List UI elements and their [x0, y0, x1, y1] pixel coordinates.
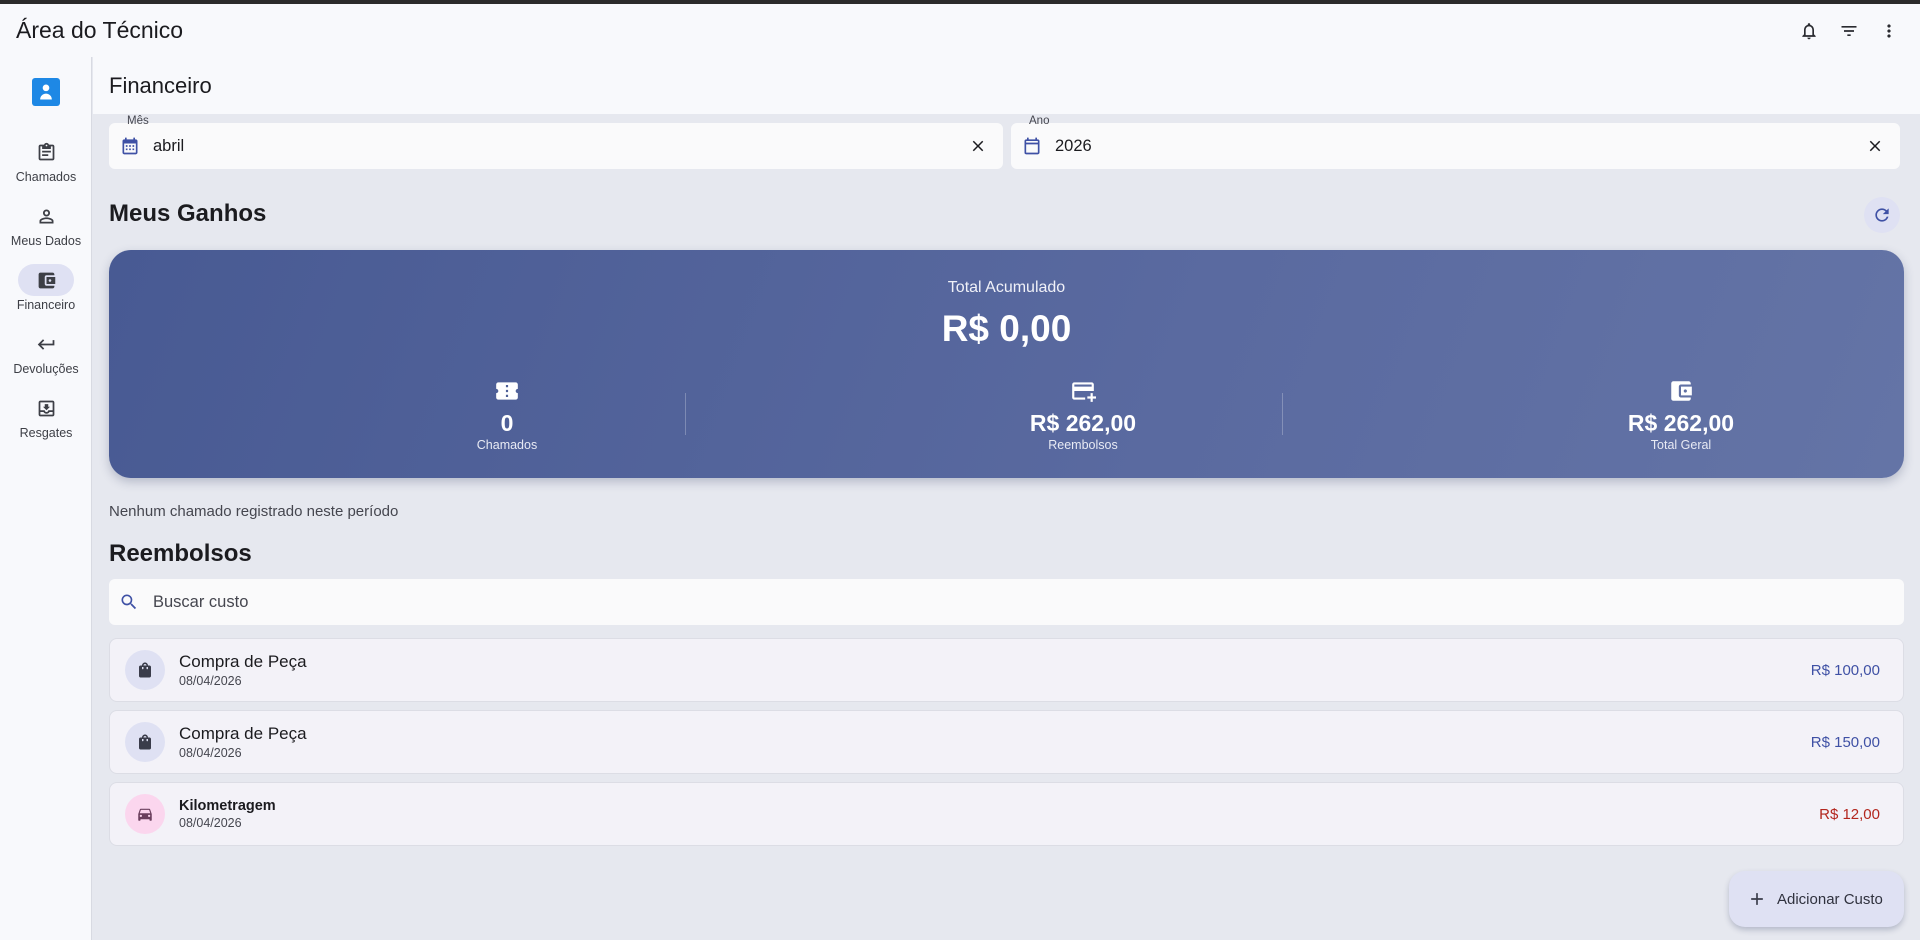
stat-reembolsos-value: R$ 262,00 [1029, 410, 1137, 436]
more-vert-icon[interactable] [1878, 20, 1900, 42]
refresh-icon[interactable] [1864, 197, 1900, 233]
sidebar-item-label: Resgates [19, 426, 73, 440]
list-item[interactable]: Compra de Peça 08/04/2026 R$ 100,00 [109, 638, 1904, 702]
wallet-icon [1531, 376, 1831, 406]
download-box-icon [38, 400, 54, 416]
list-item-text: Compra de Peça 08/04/2026 [179, 652, 1811, 688]
sidebar-item-chamados[interactable]: Chamados [0, 136, 92, 196]
bell-icon[interactable] [1798, 20, 1820, 42]
app-bar: Área do Técnico [0, 4, 1920, 57]
list-item-title: Compra de Peça [179, 652, 307, 671]
technician-logo-icon [32, 78, 60, 106]
year-field[interactable]: Ano 2026 [1011, 115, 1900, 169]
stat-reembolsos: R$ 262,00 Reembolsos [933, 376, 1233, 452]
calendar-month-icon [119, 135, 141, 157]
clear-month-icon[interactable] [967, 135, 989, 157]
stat-reembolsos-label: Reembolsos [1048, 438, 1118, 452]
list-item-date: 08/04/2026 [179, 674, 242, 688]
list-item-date: 08/04/2026 [179, 816, 242, 830]
stat-divider [685, 393, 686, 435]
list-item[interactable]: Kilometragem 08/04/2026 R$ 12,00 [109, 782, 1904, 846]
total-accumulated-value: R$ 0,00 [941, 308, 1072, 349]
year-field-label: Ano [1029, 115, 1050, 127]
list-item-text: Compra de Peça 08/04/2026 [179, 724, 1811, 760]
clipboard-icon [38, 142, 54, 160]
month-field-label: Mês [127, 115, 149, 127]
month-field[interactable]: Mês abril [109, 115, 1003, 169]
card-plus-icon [933, 376, 1233, 406]
nav-pill [18, 200, 74, 232]
month-value: abril [153, 136, 185, 155]
nav-pill-active [18, 264, 74, 296]
stat-total-geral-value: R$ 262,00 [1627, 410, 1735, 436]
list-item-amount: R$ 12,00 [1819, 805, 1880, 823]
app-bar-actions [1798, 20, 1900, 42]
sidebar-item-meus-dados[interactable]: Meus Dados [0, 200, 92, 260]
car-icon [138, 808, 152, 821]
list-item-title: Compra de Peça [179, 724, 307, 743]
sidebar-item-label: Meus Dados [10, 234, 82, 248]
sidebar-item-financeiro[interactable]: Financeiro [0, 264, 92, 324]
earnings-summary-card: Total Acumulado R$ 0,00 0 Chamados R$ 26… [109, 250, 1904, 478]
calendar-icon [1021, 135, 1043, 157]
nav-pill [18, 136, 74, 168]
avatar [125, 650, 165, 690]
stat-total-geral-label: Total Geral [1650, 438, 1712, 452]
stat-chamados: 0 Chamados [357, 376, 657, 452]
empty-state-message: Nenhum chamado registrado neste período [109, 503, 399, 520]
earnings-title: Meus Ganhos [109, 200, 267, 227]
clear-year-icon[interactable] [1864, 135, 1886, 157]
stat-chamados-value: 0 [500, 410, 514, 436]
ticket-icon [357, 376, 657, 406]
list-item-text: Kilometragem 08/04/2026 [179, 798, 1819, 830]
app-title: Área do Técnico [16, 17, 184, 43]
avatar [125, 722, 165, 762]
sidebar-item-label: Chamados [15, 170, 77, 184]
add-cost-label: Adicionar Custo [1777, 890, 1883, 908]
nav-pill [18, 328, 74, 360]
sidebar-item-label: Financeiro [16, 298, 76, 312]
list-item[interactable]: Compra de Peça 08/04/2026 R$ 150,00 [109, 710, 1904, 774]
wallet-icon [38, 272, 55, 288]
add-cost-button[interactable]: Adicionar Custo [1729, 871, 1904, 927]
page-title: Financeiro [93, 57, 1920, 114]
shopping-bag-icon [139, 734, 151, 750]
search-field[interactable] [109, 579, 1904, 625]
sidebar-item-label: Devoluções [13, 362, 79, 376]
search-icon [121, 594, 137, 610]
total-accumulated-label: Total Acumulado [947, 279, 1066, 296]
sidebar-item-resgates[interactable]: Resgates [0, 392, 92, 452]
stat-divider [1282, 393, 1283, 435]
return-arrow-icon [37, 338, 54, 350]
list-item-title: Kilometragem [179, 798, 276, 814]
sidebar-item-devolucoes[interactable]: Devoluções [0, 328, 92, 388]
avatar [125, 794, 165, 834]
filter-icon[interactable] [1838, 20, 1860, 42]
navigation-rail: Chamados Meus Dados Financeiro Devoluçõe… [0, 57, 92, 940]
year-value: 2026 [1055, 136, 1092, 155]
list-item-amount: R$ 150,00 [1810, 733, 1880, 751]
reimbursements-title: Reembolsos [109, 540, 252, 567]
main-content: Financeiro Mês abril Ano 2026 Meus Ganho… [93, 57, 1920, 940]
person-icon [39, 209, 53, 223]
search-input[interactable] [153, 592, 1904, 612]
plus-icon [1751, 893, 1763, 905]
shopping-bag-icon [139, 662, 151, 678]
stat-chamados-label: Chamados [476, 438, 538, 452]
list-item-amount: R$ 100,00 [1810, 661, 1880, 679]
stat-total-geral: R$ 262,00 Total Geral [1531, 376, 1831, 452]
list-item-date: 08/04/2026 [179, 746, 242, 760]
nav-pill [18, 392, 74, 424]
